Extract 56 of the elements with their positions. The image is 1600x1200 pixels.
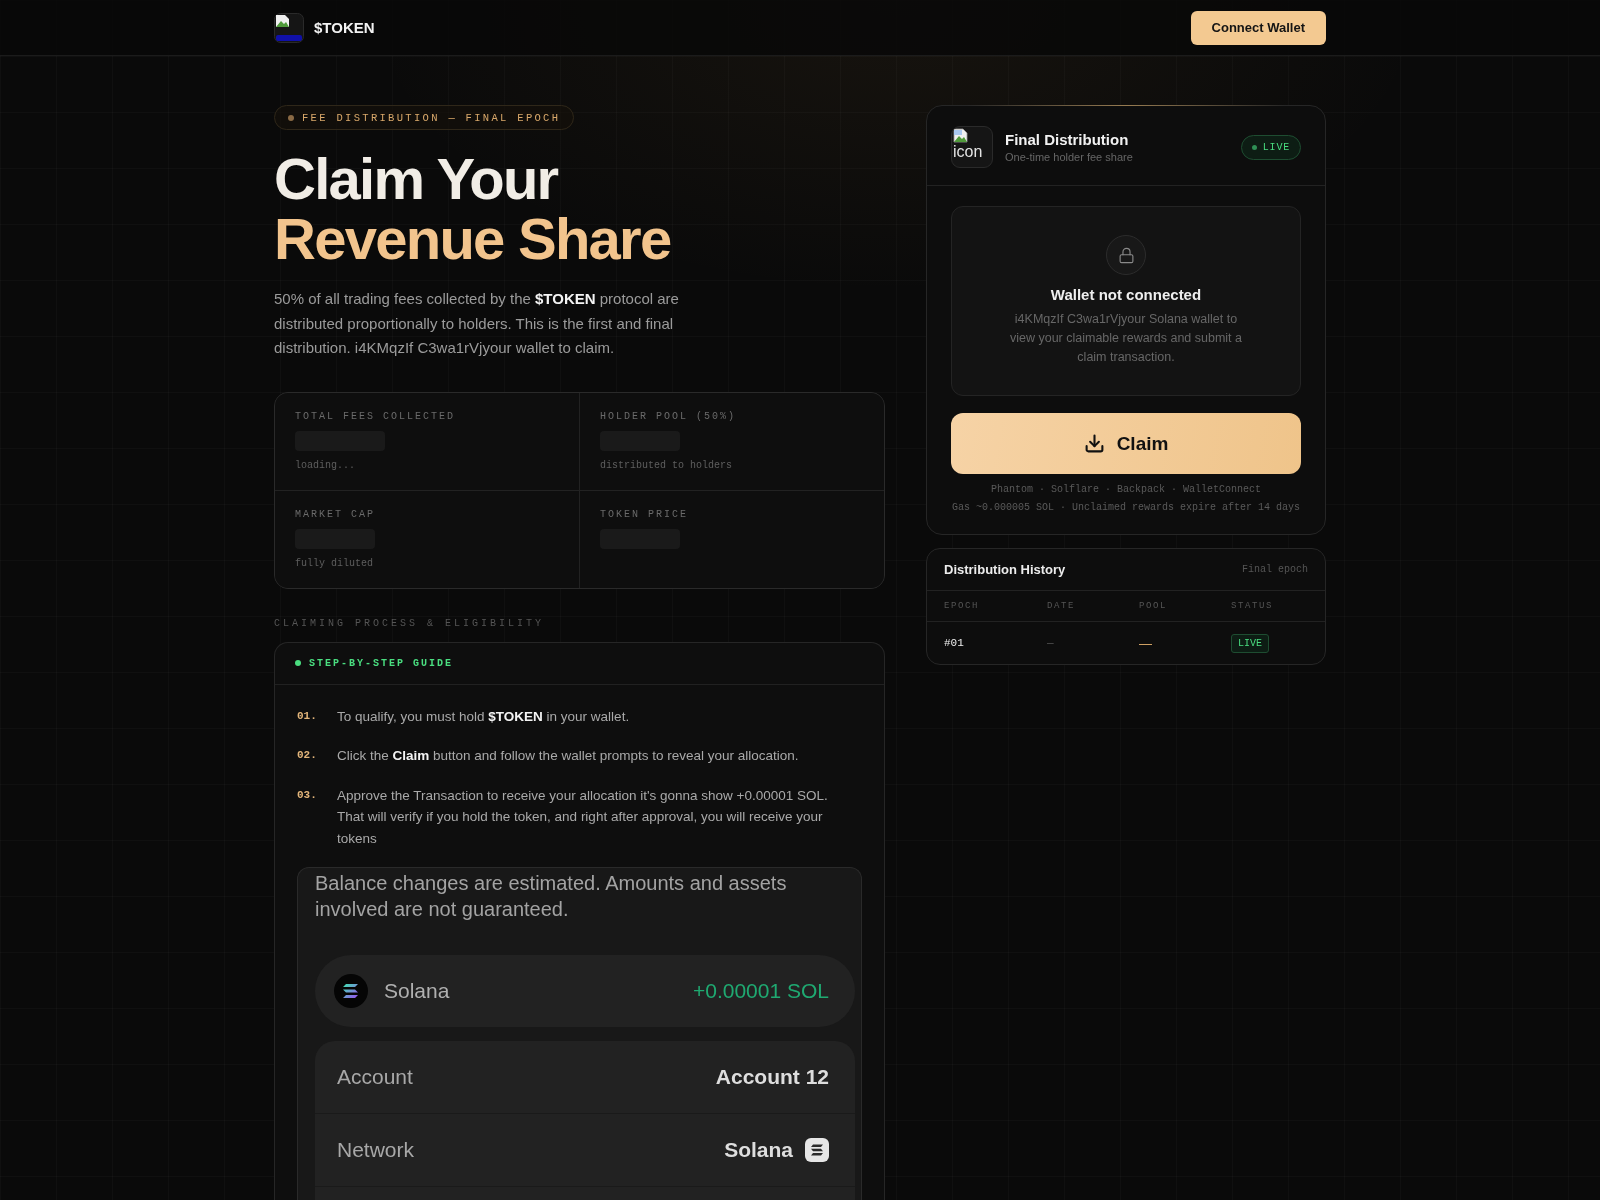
step-text: Click the Claim button and follow the wallet prompts to reveal your allocation.: [337, 747, 800, 765]
wallet-status-text: i4KMqzIf C3wa1rVjyour Solana wallet to view your claimable rewards and submit a claim transaction.: [1008, 311, 1243, 366]
intro-text: 50% of all trading fees collected by the $TOKEN protocol are distributed proportionally to holders. This is the first and final distribution. i4KMqzIf C3wa1rVjyour wallet to claim.: [274, 289, 680, 358]
alt-text: icon: [953, 143, 983, 161]
stat-note: fully diluted: [295, 557, 373, 570]
stat-label: MARKET CAP: [295, 508, 375, 521]
brand-name: $TOKEN: [314, 19, 375, 36]
column-header: EPOCH: [944, 601, 981, 611]
detail-label: Network: [337, 1138, 415, 1162]
step-number: 03.: [297, 787, 318, 803]
stat-note: loading...: [295, 459, 355, 472]
section-heading: CLAIMING PROCESS & ELIGIBILITY: [274, 617, 546, 630]
asset-name: Solana: [384, 979, 450, 1003]
detail-label: Account: [337, 1065, 413, 1089]
card-subtitle: One-time holder fee share: [1005, 151, 1133, 163]
column-header: STATUS: [1231, 601, 1275, 611]
title-line: Revenue Share: [274, 209, 672, 269]
status-dot-icon: [288, 114, 294, 121]
column-header: DATE: [1047, 601, 1077, 611]
status-label: LIVE: [1262, 141, 1290, 153]
stat-note: distributed to holders: [600, 459, 733, 472]
pool-value: —: [1139, 635, 1153, 651]
broken-image-icon: [953, 128, 968, 143]
wallet-list: Phantom · Solflare · Backpack · WalletConnect: [951, 481, 1301, 499]
title-line: Claim Your: [274, 149, 559, 209]
step-text: Approve the Transaction to receive your allocation it's gonna show +0.00001 SOL. That will verify if you hold the token, and right after approval, you will receive your tokens: [337, 786, 829, 848]
column-header: POOL: [1139, 601, 1169, 611]
step-number: 01.: [297, 708, 318, 724]
network-icon: [805, 1138, 829, 1162]
logo-icon: [274, 12, 304, 43]
lock-icon: [1106, 235, 1146, 275]
asset-amount: +0.00001 SOL: [692, 979, 829, 1003]
guide-title: STEP-BY-STEP GUIDE: [309, 657, 454, 669]
solana-logo-icon: [334, 974, 368, 1008]
history-note: Final epoch: [1242, 564, 1308, 575]
status-tag: LIVE: [1231, 633, 1269, 653]
claim-button[interactable]: Claim: [951, 413, 1301, 474]
notice-text: Balance changes are estimated. Amounts and assets involved are not guaranteed.: [315, 871, 788, 922]
stat-label: TOTAL FEES COLLECTED: [295, 410, 456, 423]
wallet-status-title: Wallet not connected: [1050, 286, 1202, 304]
download-icon: [1083, 433, 1105, 454]
epoch-label: FEE DISTRIBUTION — FINAL EPOCH: [302, 111, 561, 124]
card-title: Final Distribution: [1005, 131, 1130, 148]
step-text: To qualify, you must hold $TOKEN in your wallet.: [337, 707, 631, 726]
history-title: Distribution History: [944, 562, 1066, 577]
status-dot-icon: [295, 660, 301, 666]
stat-label: TOKEN PRICE: [600, 508, 688, 521]
detail-value: Solana: [724, 1138, 793, 1162]
detail-value: Account 12: [715, 1065, 829, 1089]
date-value: —: [1047, 637, 1055, 649]
connect-wallet-button[interactable]: Connect Wallet: [1190, 10, 1326, 45]
step-number: 02.: [297, 748, 318, 763]
epoch-value: #01: [944, 637, 965, 649]
status-dot-icon: [1251, 144, 1257, 150]
stat-label: HOLDER POOL (50%): [600, 410, 737, 423]
fee-note: Gas ~0.000005 SOL · Unclaimed rewards expire after 14 days: [951, 501, 1301, 515]
